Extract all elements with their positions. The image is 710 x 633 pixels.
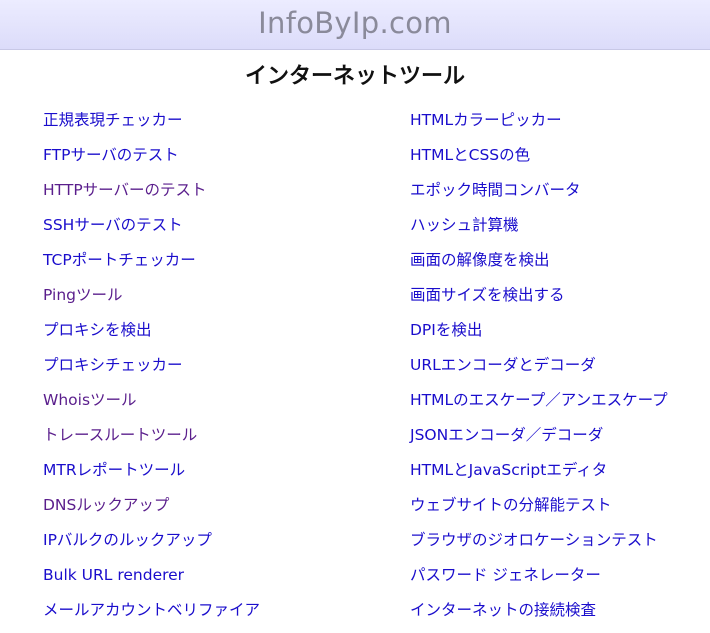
tool-link[interactable]: プロキシを検出 (43, 321, 152, 339)
tool-link[interactable]: 画面サイズを検出する (410, 286, 565, 304)
tool-link-item: TCPポートチェッカー (43, 248, 383, 283)
tool-link[interactable]: Pingツール (43, 286, 122, 304)
tool-link[interactable]: HTMLとCSSの色 (410, 146, 530, 164)
tool-link-item: FTPサーバのテスト (43, 143, 383, 178)
tool-link-item: IPバルクのルックアップ (43, 528, 383, 563)
tool-link-item: Bulk URL renderer (43, 563, 383, 598)
tool-link-item: HTTPサーバーのテスト (43, 178, 383, 213)
tool-link-item: JSONエンコーダ／デコーダ (410, 423, 705, 458)
tool-link-item: HTMLとCSSの色 (410, 143, 705, 178)
tool-link[interactable]: パスワード ジェネレーター (410, 566, 601, 584)
tool-link[interactable]: エポック時間コンバータ (410, 181, 581, 199)
tool-link-item: Whoisツール (43, 388, 383, 423)
tool-link[interactable]: JSONエンコーダ／デコーダ (410, 426, 603, 444)
site-logo[interactable]: InfoByIp.com (258, 5, 452, 41)
tool-link-item: プロキシチェッカー (43, 353, 383, 388)
tool-link-item: HTMLカラーピッカー (410, 108, 705, 143)
tool-link[interactable]: メールアカウントベリファイア (43, 601, 260, 619)
tool-link[interactable]: DNSルックアップ (43, 496, 169, 514)
tool-link[interactable]: DPIを検出 (410, 321, 482, 339)
page-title: インターネットツール (244, 64, 465, 89)
tool-link[interactable]: IPバルクのルックアップ (43, 531, 212, 549)
tool-link[interactable]: ウェブサイトの分解能テスト (410, 496, 612, 514)
tool-link[interactable]: ブラウザのジオロケーションテスト (410, 531, 658, 549)
tool-link-item: DNSルックアップ (43, 493, 383, 528)
tool-link-item: HTMLとJavaScriptエディタ (410, 458, 705, 493)
tool-link-item: ブラウザのジオロケーションテスト (410, 528, 705, 563)
tool-link[interactable]: ハッシュ計算機 (410, 216, 519, 234)
tool-link[interactable]: TCPポートチェッカー (43, 251, 196, 269)
tool-link[interactable]: MTRレポートツール (43, 461, 185, 479)
tool-link-item: エポック時間コンバータ (410, 178, 705, 213)
tool-link[interactable]: HTMLとJavaScriptエディタ (410, 461, 607, 479)
tool-link-item: ハッシュ計算機 (410, 213, 705, 248)
tool-link-item: プロキシを検出 (43, 318, 383, 353)
tool-link[interactable]: FTPサーバのテスト (43, 146, 179, 164)
tool-link-item: 画面の解像度を検出 (410, 248, 705, 283)
tool-link-item: パスワード ジェネレーター (410, 563, 705, 598)
tool-link-item: 正規表現チェッカー (43, 108, 383, 143)
tool-link-item: メールアカウントベリファイア (43, 598, 383, 633)
tool-link[interactable]: 画面の解像度を検出 (410, 251, 550, 269)
tool-link[interactable]: 正規表現チェッカー (43, 111, 183, 129)
tool-link[interactable]: プロキシチェッカー (43, 356, 183, 374)
tool-link-item: SSHサーバのテスト (43, 213, 383, 248)
tool-link[interactable]: URLエンコーダとデコーダ (410, 356, 596, 374)
tool-link-item: インターネットの接続検査 (410, 598, 705, 633)
site-header: InfoByIp.com (0, 0, 710, 50)
tool-link-item: Pingツール (43, 283, 383, 318)
tool-link-item: ウェブサイトの分解能テスト (410, 493, 705, 528)
tool-links-right: HTMLカラーピッカー HTMLとCSSの色エポック時間コンバータ ハッシュ計算機画… (410, 108, 705, 633)
tool-link-item: MTRレポートツール (43, 458, 383, 493)
tool-links-left: 正規表現チェッカー FTPサーバのテスト HTTPサーバーのテスト SSHサーバのテス… (43, 108, 383, 633)
tool-link[interactable]: トレースルートツール (43, 426, 197, 444)
tool-link[interactable]: SSHサーバのテスト (43, 216, 183, 234)
tool-link[interactable]: Bulk URL renderer (43, 566, 184, 584)
tool-link[interactable]: HTMLのエスケープ／アンエスケープ (410, 391, 668, 409)
tool-link[interactable]: インターネットの接続検査 (410, 601, 596, 619)
tool-link-item: トレースルートツール (43, 423, 383, 458)
tool-link[interactable]: HTTPサーバーのテスト (43, 181, 207, 199)
tool-link-item: HTMLのエスケープ／アンエスケープ (410, 388, 705, 423)
tool-link-item: 画面サイズを検出する (410, 283, 705, 318)
tool-link-item: DPIを検出 (410, 318, 705, 353)
tool-link-item: URLエンコーダとデコーダ (410, 353, 705, 388)
tool-link[interactable]: Whoisツール (43, 391, 137, 409)
tool-link[interactable]: HTMLカラーピッカー (410, 111, 562, 129)
